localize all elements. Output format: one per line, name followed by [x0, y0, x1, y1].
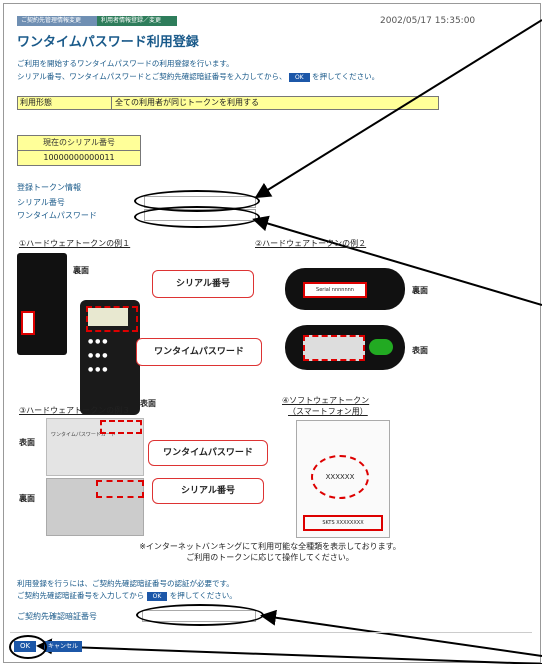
separator [10, 632, 532, 633]
footer-text-a: ご契約先確認暗証番号を入力してから [17, 591, 145, 600]
example-sw-subtitle: （スマートフォン用） [288, 407, 368, 416]
callout-otp-3: ワンタイムパスワード [148, 440, 268, 466]
pin-label: ご契約先確認暗証番号 [17, 612, 97, 621]
hw3-serial-highlight [96, 480, 144, 498]
hw2-display [303, 335, 365, 361]
note-line-2: ご利用のトークンに応じて操作してください。 [186, 553, 354, 562]
cancel-button[interactable]: キャンセル [44, 641, 82, 652]
hw1-keypad: ● ● ● ● ● ● ● ● ● [88, 338, 108, 373]
hw3-front-label: 表面 [19, 438, 35, 447]
arrow-ok [36, 638, 542, 664]
hw2-front-label: 表面 [412, 346, 428, 355]
callout-serial-1: シリアル番号 [152, 270, 254, 298]
hw2-token-back: Serial nnnnnnn [285, 268, 405, 310]
footer-text-b: を押してください。 [169, 591, 237, 600]
hw1-serial-sticker [21, 311, 35, 335]
arrow-serial [254, 19, 542, 199]
hw1-otp-highlight [86, 306, 138, 332]
hw1-back-label: 裏面 [73, 266, 89, 275]
sw-phone: XXXXXX SKTS XXXXXXXX [296, 420, 390, 538]
example-sw-title: ④ソフトウェアトークン [282, 396, 370, 405]
sw-otp-display: XXXXXX [311, 455, 369, 499]
highlight-ellipse-ok [9, 635, 47, 659]
footer-line-2: ご契約先確認暗証番号を入力してから OK を押してください。 [17, 590, 237, 601]
arrow-pin [260, 609, 542, 657]
sw-serial-display: SKTS XXXXXXXX [303, 515, 383, 531]
hw2-back-label: 裏面 [412, 286, 428, 295]
hw3-back-label: 裏面 [19, 494, 35, 503]
hw1-token-back [17, 253, 67, 355]
hw2-button [369, 339, 393, 355]
highlight-ellipse-pin [136, 604, 264, 626]
callout-serial-3: シリアル番号 [152, 478, 264, 504]
example-hw2-title: ②ハードウェアトークンの例２ [255, 239, 367, 248]
example-hw1-title: ①ハードウェアトークンの例１ [19, 239, 131, 248]
footer-line-1: 利用登録を行うには、ご契約先確認暗証番号の認証が必要です。 [17, 579, 234, 588]
hw2-serial-sticker: Serial nnnnnnn [303, 282, 367, 298]
callout-otp-1: ワンタイムパスワード [136, 338, 262, 366]
hw2-token-front [285, 325, 405, 370]
example-hw3-title: ③ハードウェアトークンの例３ [19, 406, 131, 415]
note: ※インターネットバンキングにて利用可能な全種類を表示しております。 ご利用のトー… [80, 541, 460, 563]
footer-ok-badge: OK [146, 591, 168, 601]
note-line-1: ※インターネットバンキングにて利用可能な全種類を表示しております。 [139, 542, 401, 551]
hw3-otp-highlight [100, 420, 142, 434]
hw1-front-label: 表面 [140, 399, 156, 408]
